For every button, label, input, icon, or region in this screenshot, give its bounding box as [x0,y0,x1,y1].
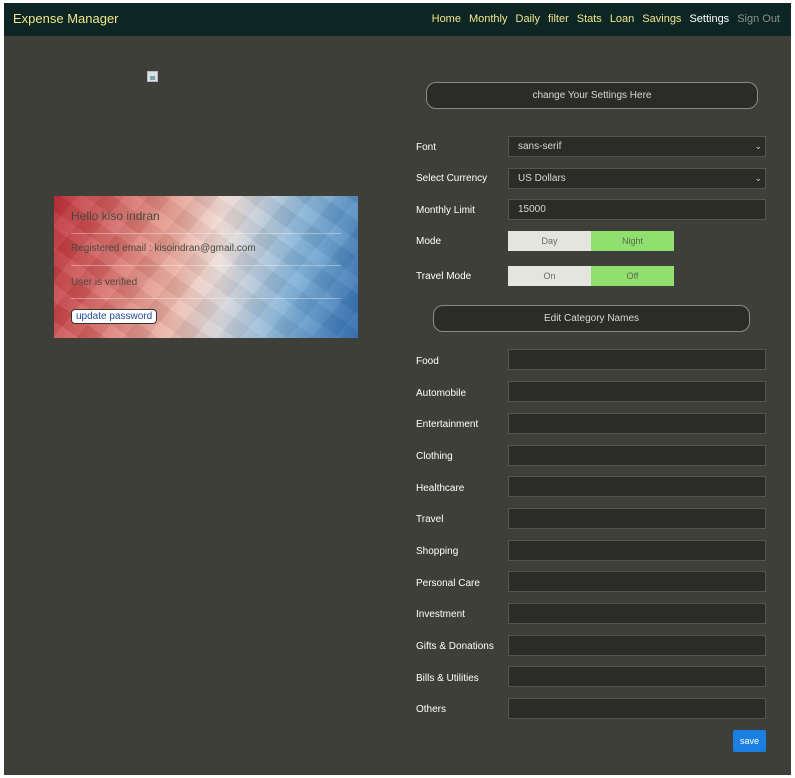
travel-on-option[interactable]: On [508,266,591,286]
category-label: Bills & Utilities [416,673,479,684]
category-label: Food [416,356,439,367]
travel-off-option[interactable]: Off [591,266,674,286]
category-label: Travel [416,514,444,525]
category-label: Automobile [416,388,467,399]
divider [71,298,341,299]
profile-image-broken [147,69,237,82]
category-input-food[interactable] [508,349,766,370]
chevron-down-icon: ⌄ [754,173,762,183]
category-input-automobile[interactable] [508,381,766,402]
broken-image-icon [147,71,158,82]
limit-label: Monthly Limit [416,205,475,216]
mode-day-option[interactable]: Day [508,231,591,251]
currency-label: Select Currency [416,173,488,184]
nav-loan[interactable]: Loan [610,13,634,25]
divider [71,265,341,266]
verified-status: User is verified [71,277,138,288]
monthly-limit-value: 15000 [518,204,546,215]
profile-card: Hello kiso indran Registered email : kis… [54,196,358,338]
category-label: Entertainment [416,419,479,430]
mode-night-option[interactable]: Night [591,231,674,251]
font-select-value: sans-serif [518,141,562,152]
navbar: Expense Manager Home Monthly Daily filte… [4,3,791,36]
category-input-travel[interactable] [508,508,766,529]
font-select[interactable]: sans-serif ⌄ [508,136,766,157]
chevron-down-icon: ⌄ [754,141,762,151]
currency-select-value: US Dollars [518,173,566,184]
category-input-healthcare[interactable] [508,476,766,497]
update-password-button[interactable]: update password [71,309,158,324]
category-label: Others [416,704,447,715]
travel-mode-toggle: On Off [508,266,675,286]
nav-home[interactable]: Home [432,13,461,25]
category-label: Personal Care [416,578,480,589]
divider [71,233,341,234]
brand-title[interactable]: Expense Manager [13,11,119,26]
category-input-gifts-donations[interactable] [508,635,766,656]
mode-toggle: Day Night [508,231,675,251]
profile-email: Registered email : kisoindran@gmail.com [71,243,256,254]
profile-greeting: Hello kiso indran [71,209,160,223]
nav-sign-out[interactable]: Sign Out [737,13,780,25]
category-label: Investment [416,609,465,620]
nav-filter[interactable]: filter [548,13,569,25]
edit-category-header-button[interactable]: Edit Category Names [433,305,750,332]
nav-settings[interactable]: Settings [689,13,729,25]
nav-stats[interactable]: Stats [577,13,602,25]
nav-savings[interactable]: Savings [642,13,681,25]
category-label: Healthcare [416,483,465,494]
font-label: Font [416,142,437,153]
category-input-personal-care[interactable] [508,571,766,592]
mode-label: Mode [416,236,442,247]
category-input-shopping[interactable] [508,540,766,561]
nav-monthly[interactable]: Monthly [469,13,508,25]
category-input-investment[interactable] [508,603,766,624]
monthly-limit-input[interactable]: 15000 [508,199,766,220]
travel-mode-label: Travel Mode [416,271,472,282]
save-button[interactable]: save [733,730,766,752]
currency-select[interactable]: US Dollars ⌄ [508,168,766,189]
category-input-others[interactable] [508,698,766,719]
category-input-entertainment[interactable] [508,413,766,434]
category-input-bills-utilities[interactable] [508,666,766,687]
settings-header-button[interactable]: change Your Settings Here [426,82,758,109]
nav-links: Home Monthly Daily filter Stats Loan Sav… [432,13,780,25]
category-label: Gifts & Donations [416,641,494,652]
category-label: Clothing [416,451,453,462]
category-input-clothing[interactable] [508,445,766,466]
category-label: Shopping [416,546,459,557]
nav-daily[interactable]: Daily [516,13,540,25]
app-frame: Expense Manager Home Monthly Daily filte… [4,3,791,775]
